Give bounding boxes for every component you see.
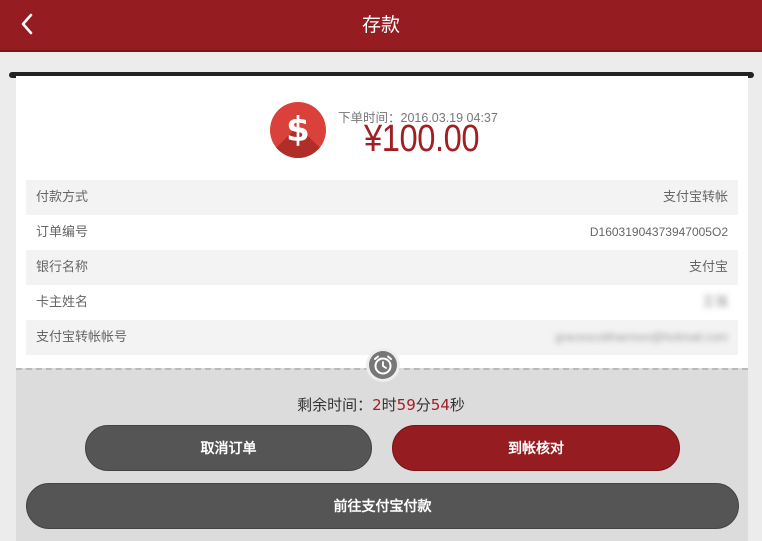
- detail-label: 银行名称: [36, 260, 89, 275]
- countdown-hours-unit: 时: [381, 396, 397, 414]
- header-bar: 存款: [0, 0, 762, 52]
- countdown-seconds: 54: [430, 396, 450, 414]
- detail-row-order-number: 订单编号 D16031904373947005O2: [26, 215, 738, 250]
- detail-label: 支付宝转帐帐号: [36, 330, 128, 345]
- detail-value: D16031904373947005O2: [589, 225, 728, 239]
- detail-label: 订单编号: [36, 225, 89, 240]
- detail-value: 支付宝转帐: [662, 190, 728, 205]
- countdown-timer: 剩余时间：2时59分54秒: [0, 394, 762, 415]
- go-to-alipay-button[interactable]: 前往支付宝付款: [26, 483, 739, 529]
- alarm-clock-icon: [374, 355, 392, 375]
- detail-value: 王强: [701, 295, 728, 310]
- detail-label: 卡主姓名: [36, 295, 89, 310]
- dollar-icon: $: [270, 102, 326, 158]
- countdown-minutes: 59: [396, 396, 416, 414]
- detail-value: 支付宝: [688, 260, 728, 275]
- detail-value: gracescottharmon@hotmail.com: [555, 330, 728, 344]
- detail-row-payment-method: 付款方式 支付宝转帐: [26, 180, 738, 215]
- alarm-clock-badge: [366, 348, 400, 382]
- detail-row-bank-name: 银行名称 支付宝: [26, 250, 738, 285]
- countdown-label: 剩余时间：: [297, 396, 373, 414]
- countdown-hours: 2: [372, 396, 382, 414]
- confirm-payment-button[interactable]: 到帐核对: [392, 425, 680, 471]
- page-title: 存款: [361, 14, 400, 36]
- cancel-order-button[interactable]: 取消订单: [85, 425, 372, 471]
- countdown-minutes-unit: 分: [415, 396, 431, 414]
- deposit-amount: ¥100.00: [364, 118, 480, 160]
- countdown-seconds-unit: 秒: [449, 396, 465, 414]
- detail-row-card-holder: 卡主姓名 王强: [26, 285, 738, 320]
- detail-label: 付款方式: [36, 190, 89, 205]
